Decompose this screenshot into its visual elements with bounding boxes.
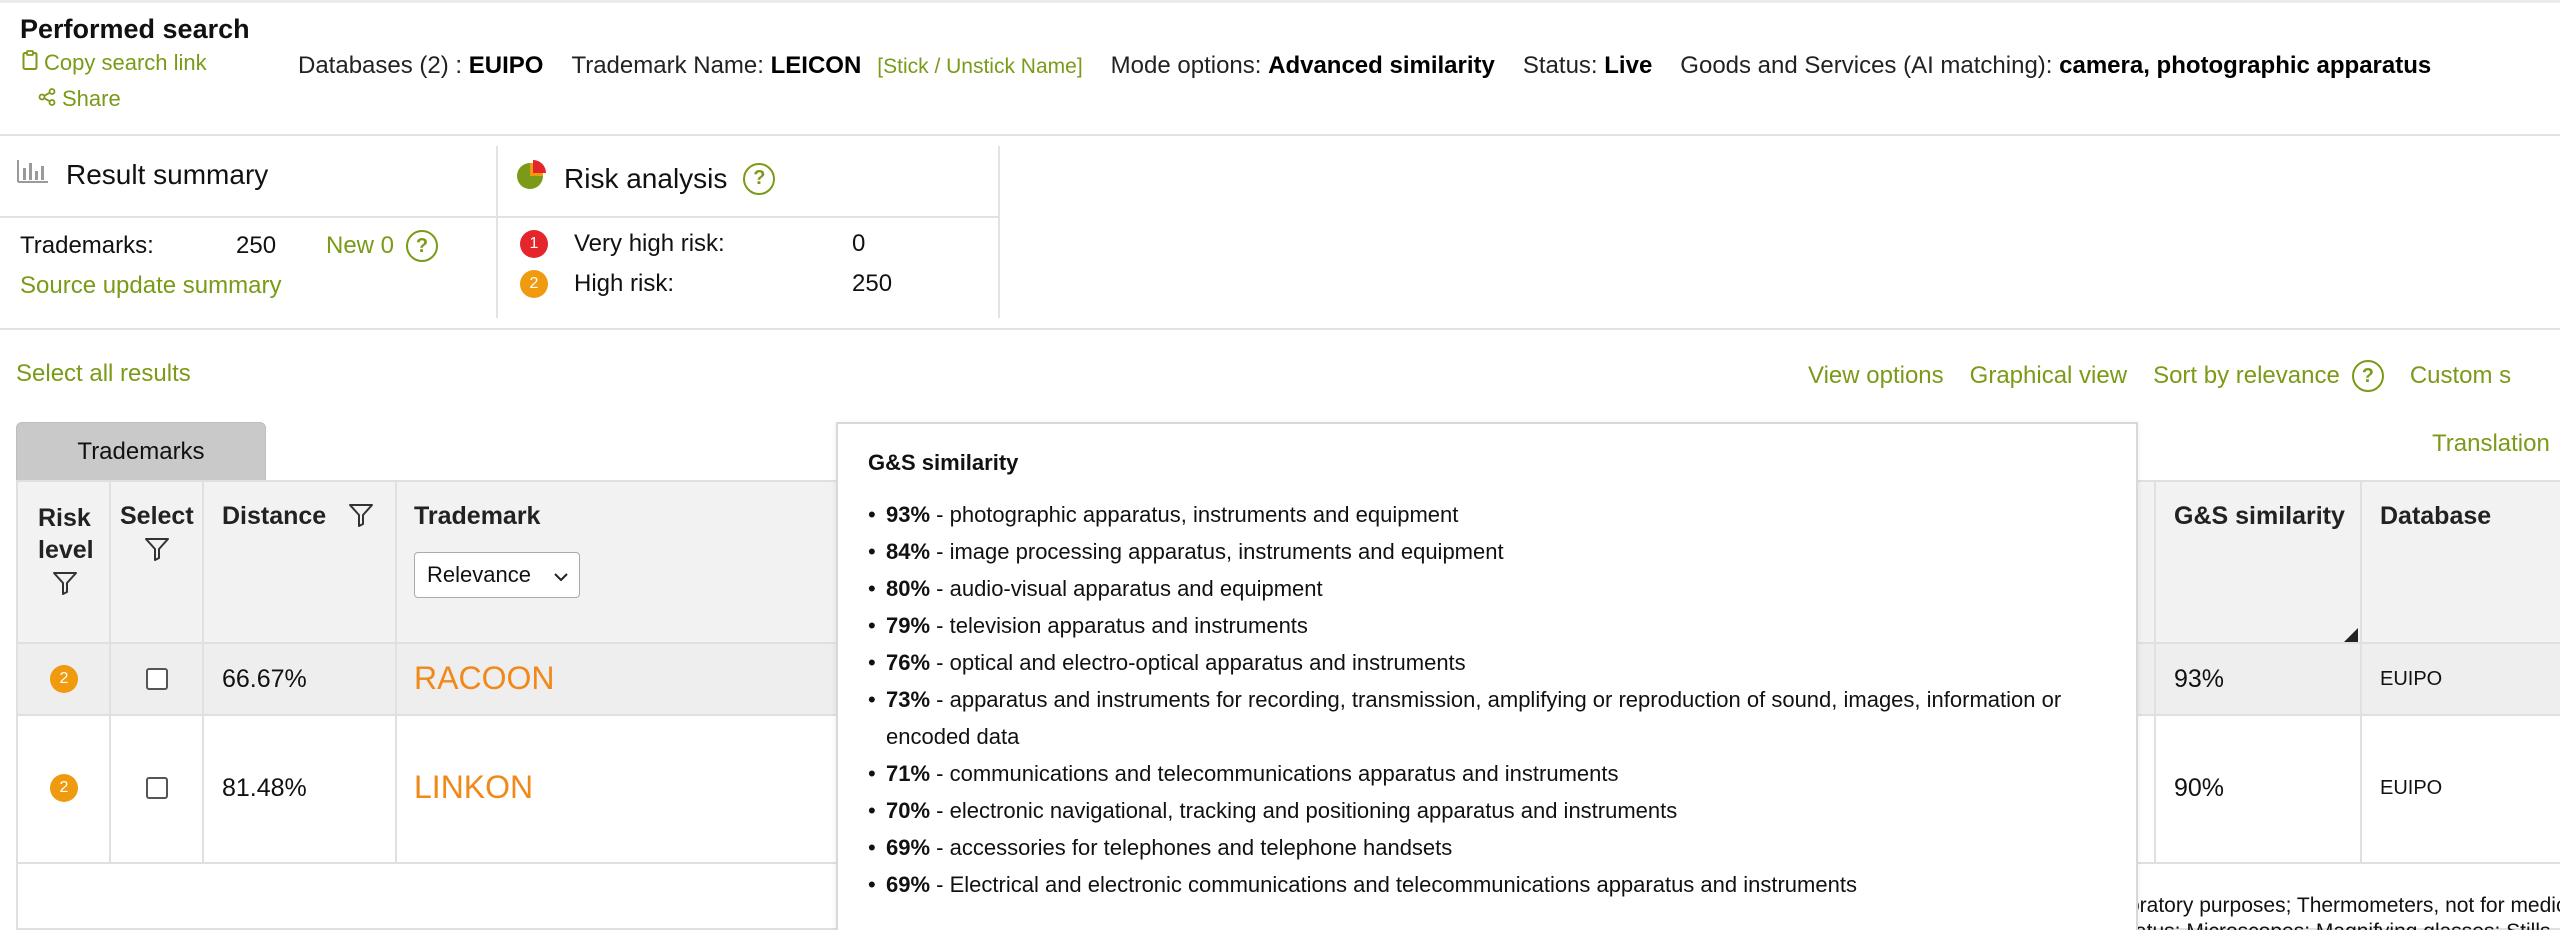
share-label: Share bbox=[62, 86, 121, 112]
top-border bbox=[0, 0, 2560, 3]
filter-icon[interactable] bbox=[144, 536, 170, 567]
trademarks-count-label: Trademarks: bbox=[20, 232, 236, 260]
row-select-checkbox[interactable] bbox=[146, 668, 168, 690]
trademarks-count-value: 250 bbox=[236, 232, 326, 260]
risk-badge: 2 bbox=[50, 774, 78, 802]
custom-sort-link[interactable]: Custom s bbox=[2410, 362, 2511, 390]
distance-value: 66.67% bbox=[222, 665, 307, 694]
row-select-checkbox[interactable] bbox=[146, 777, 168, 799]
copy-search-link[interactable]: Copy search link bbox=[22, 50, 207, 76]
list-item: 71% - communications and telecommunicati… bbox=[886, 755, 2116, 792]
trademark-sort-select[interactable]: Relevance bbox=[414, 552, 580, 598]
source-update-summary-link[interactable]: Source update summary bbox=[20, 272, 281, 300]
gs-similarity-value[interactable]: 93% bbox=[2174, 665, 2224, 694]
pie-chart-icon bbox=[514, 158, 548, 199]
sort-corner-marker bbox=[2344, 628, 2358, 642]
gs-similarity-value[interactable]: 90% bbox=[2174, 774, 2224, 803]
databases-info: Databases (2) : EUIPO bbox=[298, 52, 543, 80]
header-database: Database bbox=[2380, 502, 2491, 531]
view-options-link[interactable]: View options bbox=[1808, 362, 1944, 390]
header-select: Select bbox=[120, 502, 194, 531]
header-risk-level: Risk level bbox=[38, 502, 102, 566]
section-divider bbox=[0, 328, 2560, 330]
risk-analysis-panel: Risk analysis ? 1 Very high risk: 0 2 Hi… bbox=[498, 146, 1000, 318]
sort-by-relevance-link[interactable]: Sort by relevance bbox=[2153, 362, 2340, 390]
list-item: 79% - television apparatus and instrumen… bbox=[886, 607, 2116, 644]
search-meta: Databases (2) : EUIPO Trademark Name: LE… bbox=[298, 52, 2459, 80]
trademark-name-link[interactable]: LINKON bbox=[414, 769, 533, 806]
translation-link[interactable]: Translation bbox=[2432, 430, 2550, 458]
tooltip-title: G&S similarity bbox=[868, 450, 1018, 476]
help-icon[interactable]: ? bbox=[2352, 360, 2384, 392]
gs-similarity-tooltip: G&S similarity 93% - photographic appara… bbox=[836, 422, 2138, 930]
status-info: Status: Live bbox=[1523, 52, 1652, 80]
copy-search-link-label: Copy search link bbox=[44, 50, 207, 76]
help-icon[interactable]: ? bbox=[743, 163, 775, 195]
bar-chart-icon bbox=[16, 158, 50, 191]
database-value: EUIPO bbox=[2380, 777, 2442, 800]
graphical-view-link[interactable]: Graphical view bbox=[1970, 362, 2127, 390]
result-summary-title: Result summary bbox=[66, 159, 268, 191]
trademark-info: Trademark Name: LEICON[Stick / Unstick N… bbox=[571, 52, 1082, 80]
goods-description-text: oratory purposes; Thermometers, not for … bbox=[2128, 894, 2560, 918]
risk-badge-2: 2 bbox=[520, 270, 548, 298]
share-icon bbox=[38, 86, 56, 112]
tab-trademarks[interactable]: Trademarks bbox=[16, 422, 266, 480]
list-item: 70% - electronic navigational, tracking … bbox=[886, 792, 2116, 829]
risk-badge-1: 1 bbox=[520, 230, 548, 258]
header-distance: Distance bbox=[222, 502, 326, 531]
share-link[interactable]: Share bbox=[38, 86, 121, 112]
high-risk-row[interactable]: 2 High risk: 250 bbox=[520, 270, 892, 298]
database-value: EUIPO bbox=[2380, 668, 2442, 691]
new-count-link[interactable]: New 0 bbox=[326, 232, 394, 260]
list-item: 69% - Electrical and electronic communic… bbox=[886, 866, 2116, 903]
header-divider bbox=[0, 134, 2560, 136]
view-actions: View options Graphical view Sort by rele… bbox=[1808, 360, 2511, 392]
list-item: 69% - accessories for telephones and tel… bbox=[886, 829, 2116, 866]
goods-description-text: ratus; Microscopes; Magnifying glasses; … bbox=[2128, 920, 2551, 930]
stick-name-link[interactable]: [Stick / Unstick Name] bbox=[877, 55, 1082, 78]
help-icon[interactable]: ? bbox=[406, 230, 438, 262]
clipboard-icon bbox=[22, 50, 38, 76]
list-item: 93% - photographic apparatus, instrument… bbox=[886, 496, 2116, 533]
tooltip-list: 93% - photographic apparatus, instrument… bbox=[886, 496, 2116, 903]
header-gs-similarity[interactable]: G&S similarity bbox=[2174, 502, 2345, 531]
header-trademark: Trademark bbox=[414, 502, 540, 531]
list-item: 80% - audio-visual apparatus and equipme… bbox=[886, 570, 2116, 607]
result-summary-panel: Result summary Trademarks: 250 New 0 ? S… bbox=[0, 146, 498, 318]
chevron-down-icon bbox=[553, 562, 569, 588]
mode-info: Mode options: Advanced similarity bbox=[1111, 52, 1495, 80]
goods-services-info: Goods and Services (AI matching): camera… bbox=[1680, 52, 2431, 80]
risk-analysis-title: Risk analysis bbox=[564, 163, 727, 195]
risk-badge: 2 bbox=[50, 665, 78, 693]
select-all-results-link[interactable]: Select all results bbox=[16, 360, 191, 388]
very-high-risk-row[interactable]: 1 Very high risk: 0 bbox=[520, 230, 865, 258]
filter-icon[interactable] bbox=[348, 502, 374, 533]
trademark-name-link[interactable]: RACOON bbox=[414, 660, 554, 697]
list-item: 84% - image processing apparatus, instru… bbox=[886, 533, 2116, 570]
filter-icon[interactable] bbox=[52, 570, 78, 601]
page-title: Performed search bbox=[20, 14, 250, 45]
list-item: 76% - optical and electro-optical appara… bbox=[886, 644, 2116, 681]
list-item: 73% - apparatus and instruments for reco… bbox=[886, 681, 2116, 755]
distance-value: 81.48% bbox=[222, 774, 307, 803]
